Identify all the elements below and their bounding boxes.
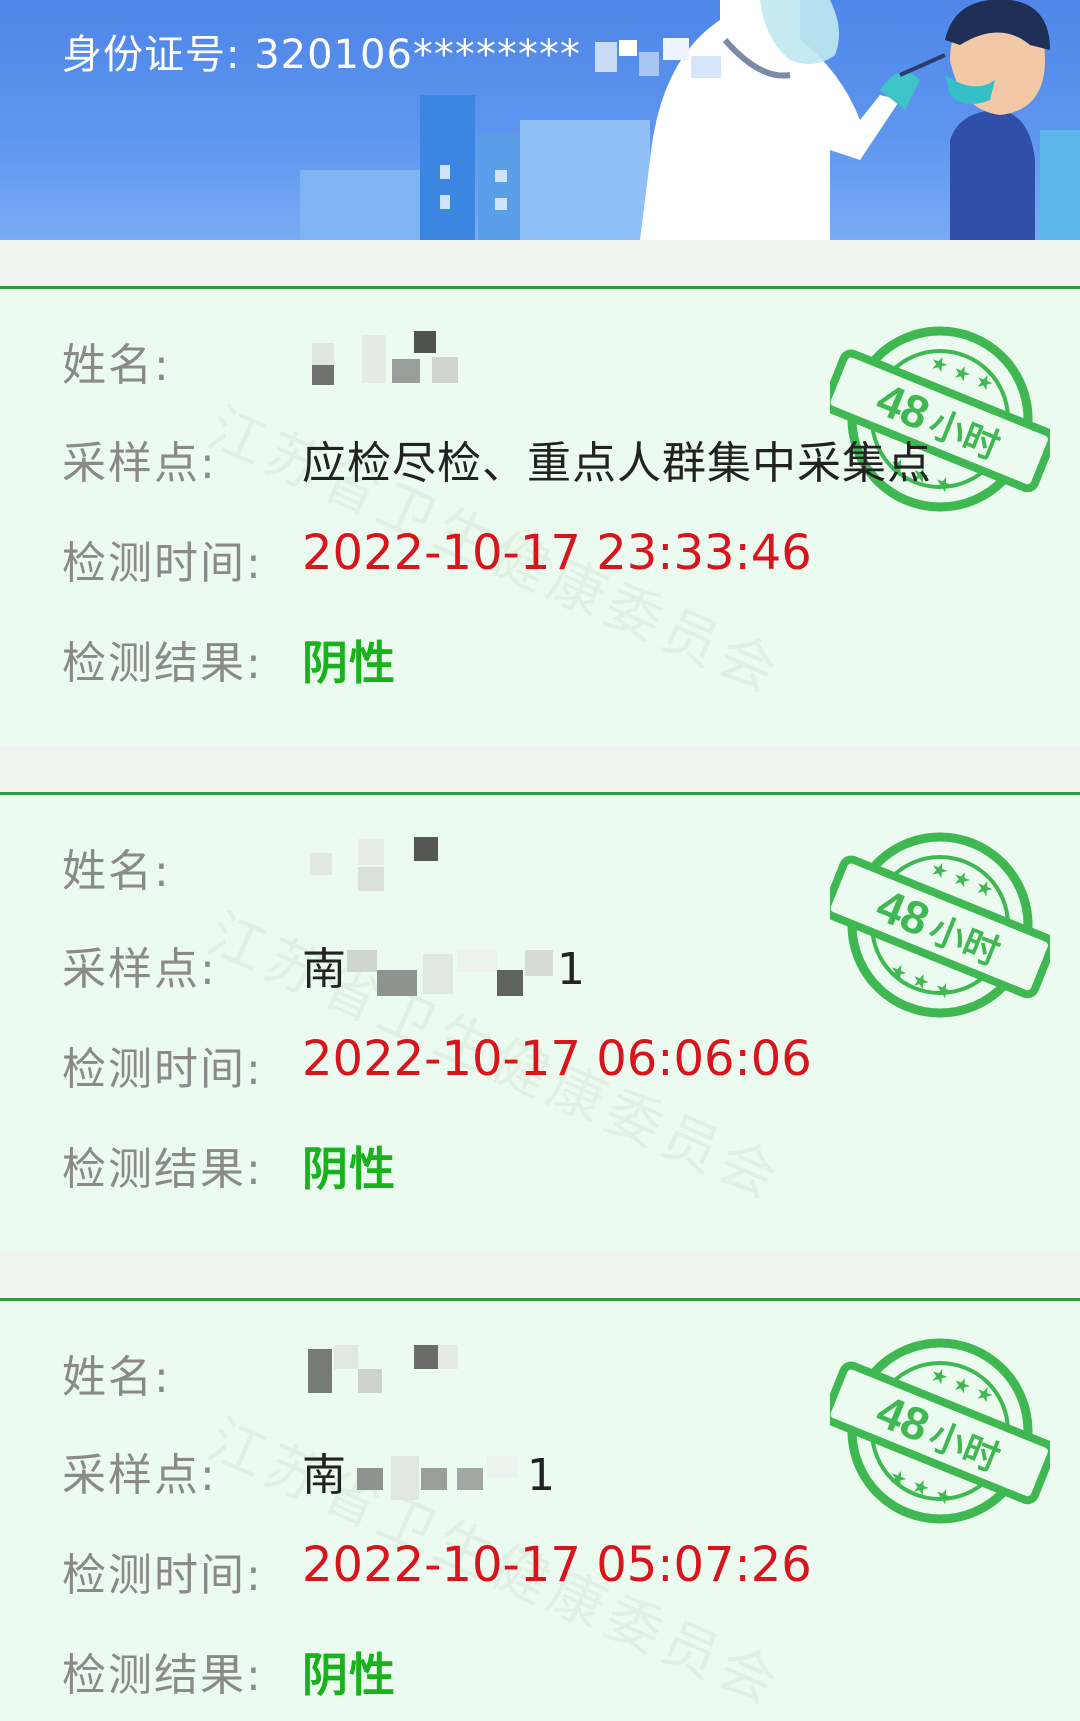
result-value: 阴性 (302, 1648, 396, 1702)
time-value: 2022-10-17 23:33:46 (302, 525, 812, 581)
site-redaction-mosaic (357, 1456, 517, 1500)
name-value (302, 835, 462, 895)
name-label: 姓名: (62, 340, 171, 391)
name-value (302, 329, 462, 389)
name-redaction-mosaic (310, 837, 438, 891)
site-label: 采样点: (62, 438, 217, 489)
name-redaction-mosaic (312, 331, 458, 385)
time-label: 检测时间: (62, 538, 263, 589)
result-value: 阴性 (302, 1142, 396, 1196)
separator (0, 1252, 1080, 1298)
header-banner: 身份证号: 320106******** (0, 0, 1080, 240)
test-record-card[interactable]: 江苏省卫生健康委员会 48小时 ★ ★ ★ ★ ★ ★ 姓名: 采样点: 南 1… (0, 1298, 1080, 1721)
site-value: 应检尽检、重点人群集中采集点 (302, 438, 932, 489)
site-label: 采样点: (62, 944, 217, 995)
test-record-card[interactable]: 江苏省卫生健康委员会 48小时 ★ ★ ★ ★ ★ ★ 姓名: 采样点: 应检尽… (0, 286, 1080, 752)
time-label: 检测时间: (62, 1550, 263, 1601)
result-label: 检测结果: (62, 1650, 263, 1701)
time-value: 2022-10-17 05:07:26 (302, 1537, 812, 1593)
separator (0, 240, 1080, 286)
id-redaction-mosaic (594, 38, 721, 78)
result-value: 阴性 (302, 636, 396, 690)
name-value (302, 1341, 462, 1401)
separator (0, 746, 1080, 792)
site-redaction-mosaic (347, 950, 553, 996)
48-hour-stamp-icon: 48小时 ★ ★ ★ ★ ★ ★ (830, 1338, 1050, 1524)
result-label: 检测结果: (62, 638, 263, 689)
site-value: 南 1 (302, 933, 586, 1000)
site-label: 采样点: (62, 1450, 217, 1501)
id-number-line: 身份证号: 320106******** (62, 22, 725, 82)
48-hour-stamp-icon: 48小时 ★ ★ ★ ★ ★ ★ (830, 832, 1050, 1018)
id-label: 身份证号: (62, 32, 241, 78)
test-record-card[interactable]: 江苏省卫生健康委员会 48小时 ★ ★ ★ ★ ★ ★ 姓名: 采样点: 南 1… (0, 792, 1080, 1258)
name-label: 姓名: (62, 1352, 171, 1403)
result-label: 检测结果: (62, 1144, 263, 1195)
id-value: 320106******** (254, 32, 581, 78)
site-value: 南 1 (302, 1439, 556, 1506)
name-redaction-mosaic (308, 1345, 458, 1393)
time-label: 检测时间: (62, 1044, 263, 1095)
time-value: 2022-10-17 06:06:06 (302, 1031, 812, 1087)
name-label: 姓名: (62, 846, 171, 897)
